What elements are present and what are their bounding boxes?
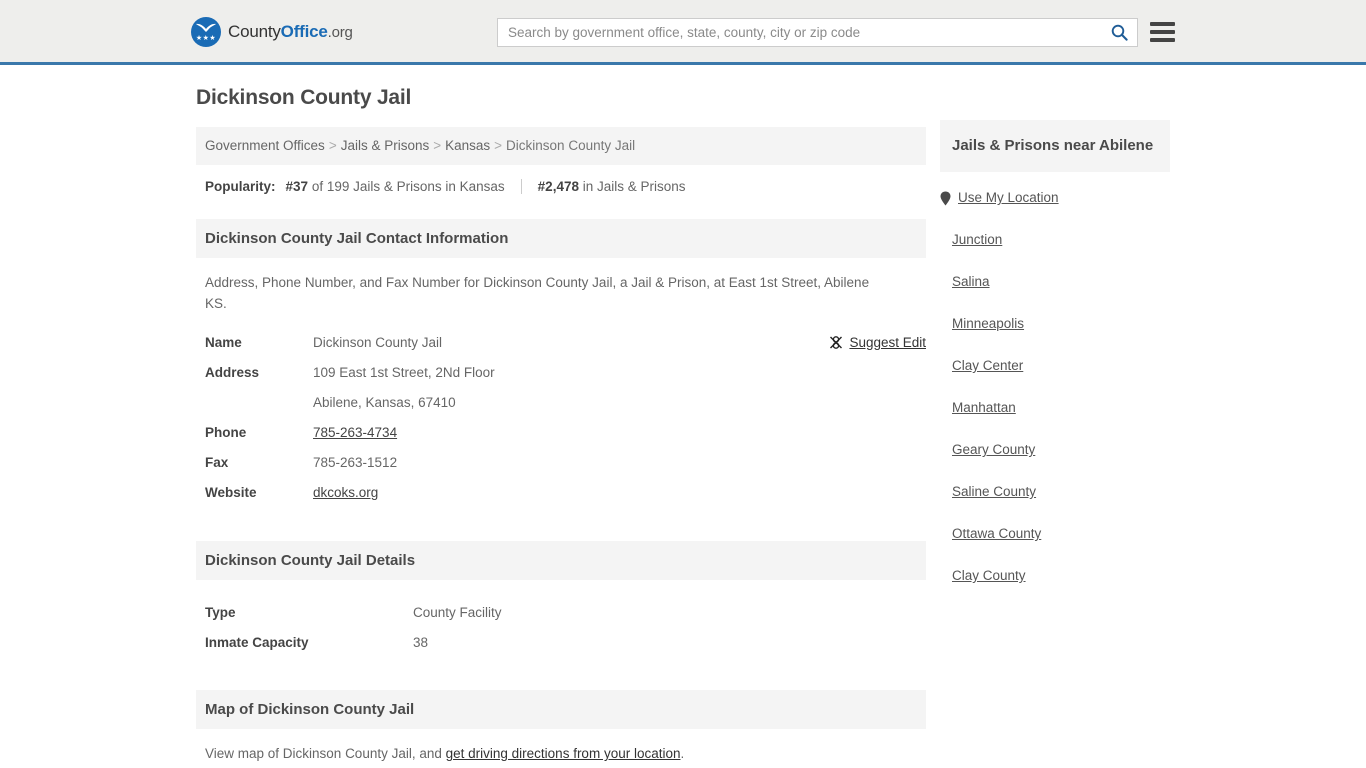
- page-title: Dickinson County Jail: [196, 86, 412, 109]
- row-key-inmate-capacity: Inmate Capacity: [205, 635, 309, 650]
- row-key-fax: Fax: [205, 455, 229, 470]
- sidebar-item-geary-county[interactable]: Geary County: [940, 442, 1170, 458]
- map-text-before: View map of Dickinson County Jail, and: [205, 746, 446, 761]
- breadcrumb-separator: >: [494, 138, 503, 153]
- logo-stars: ★★★: [195, 35, 217, 42]
- row-value-website: dkcoks.org: [304, 478, 711, 508]
- row-key-name: Name: [205, 335, 242, 350]
- breadcrumb-item-current: Dickinson County Jail: [506, 138, 636, 153]
- sidebar-links: Use My Location Junction Salina Minneapo…: [940, 172, 1170, 584]
- breadcrumb-item-government-offices[interactable]: Government Offices: [205, 138, 325, 153]
- row-key-website: Website: [205, 485, 257, 500]
- site-header: ★★★ CountyOffice.org: [0, 0, 1366, 65]
- breadcrumb-item-kansas[interactable]: Kansas: [445, 138, 490, 153]
- details-section-heading: Dickinson County Jail Details: [196, 541, 926, 580]
- site-logo[interactable]: ★★★ CountyOffice.org: [191, 17, 353, 47]
- popularity-divider: [520, 179, 522, 194]
- table-row: Fax 785-263-1512: [196, 448, 926, 478]
- popularity-state-rank: #37: [285, 179, 309, 194]
- eagle-crest-icon: ★★★: [191, 17, 221, 47]
- use-my-location-label: Use My Location: [958, 190, 1059, 205]
- main-content-column: Dickinson County Jail Government Offices…: [196, 86, 926, 764]
- website-link[interactable]: dkcoks.org: [313, 485, 378, 500]
- popularity-state-text: of 199 Jails & Prisons in Kansas: [311, 179, 505, 194]
- table-row: Address 109 East 1st Street, 2Nd Floor: [196, 358, 926, 388]
- hamburger-bar: [1150, 30, 1175, 34]
- sidebar-heading: Jails & Prisons near Abilene: [940, 120, 1170, 172]
- row-value-phone: 785-263-4734: [304, 418, 711, 448]
- sidebar-item-saline-county[interactable]: Saline County: [940, 484, 1170, 500]
- contact-section-heading: Dickinson County Jail Contact Informatio…: [196, 219, 926, 258]
- phone-link[interactable]: 785-263-4734: [313, 425, 397, 440]
- hamburger-bar: [1150, 22, 1175, 26]
- map-section: Map of Dickinson County Jail View map of…: [196, 690, 926, 764]
- facility-details-table: Type County Facility Inmate Capacity 38: [196, 598, 926, 658]
- row-value-fax: 785-263-1512: [313, 455, 398, 470]
- logo-text-org: .org: [327, 24, 353, 41]
- sidebar-item-salina[interactable]: Salina: [940, 274, 1170, 290]
- sidebar-item-manhattan[interactable]: Manhattan: [940, 400, 1170, 416]
- row-value-type: County Facility: [413, 605, 502, 620]
- sidebar: Jails & Prisons near Abilene Use My Loca…: [940, 120, 1170, 610]
- map-text-after: .: [680, 746, 685, 761]
- logo-text-office: Office: [280, 22, 328, 41]
- eagle-wing-shape: [196, 23, 216, 32]
- breadcrumb-separator: >: [328, 138, 337, 153]
- table-row: Type County Facility: [196, 598, 926, 628]
- breadcrumb-item-jails-prisons[interactable]: Jails & Prisons: [341, 138, 430, 153]
- hamburger-menu-icon[interactable]: [1150, 20, 1175, 44]
- breadcrumb-separator: >: [433, 138, 442, 153]
- row-value-inmate-capacity: 38: [413, 635, 429, 650]
- hamburger-bar: [1150, 38, 1175, 42]
- table-row: Name Dickinson County Jail Suggest Edit: [196, 328, 926, 358]
- search-button[interactable]: [1101, 19, 1137, 46]
- search-box: [497, 18, 1138, 47]
- sidebar-item-use-my-location[interactable]: Use My Location: [940, 190, 1170, 206]
- breadcrumb: Government Offices > Jails & Prisons > Kansa…: [196, 127, 926, 165]
- driving-directions-link[interactable]: get driving directions from your locatio…: [446, 746, 681, 761]
- row-key-address: Address: [205, 365, 260, 380]
- row-key-type: Type: [205, 605, 236, 620]
- sidebar-item-minneapolis[interactable]: Minneapolis: [940, 316, 1170, 332]
- search-input[interactable]: [498, 19, 1101, 46]
- row-value-name: Dickinson County Jail: [313, 335, 443, 350]
- map-section-description: View map of Dickinson County Jail, and g…: [196, 729, 926, 764]
- row-key-phone: Phone: [205, 425, 247, 440]
- sidebar-item-junction[interactable]: Junction: [940, 232, 1170, 248]
- logo-text: CountyOffice.org: [228, 22, 353, 42]
- popularity-label: Popularity:: [205, 179, 276, 194]
- suggest-edit-button[interactable]: Suggest Edit: [829, 335, 926, 350]
- sidebar-item-ottawa-county[interactable]: Ottawa County: [940, 526, 1170, 542]
- contact-information-section: Dickinson County Jail Contact Informatio…: [196, 219, 926, 508]
- suggest-edit-icon: [830, 336, 843, 349]
- table-row: Inmate Capacity 38: [196, 628, 926, 658]
- sidebar-item-clay-center[interactable]: Clay Center: [940, 358, 1170, 374]
- row-value-address-line2: Abilene, Kansas, 67410: [313, 395, 456, 410]
- popularity-national-rank: #2,478: [537, 179, 579, 194]
- contact-section-description: Address, Phone Number, and Fax Number fo…: [205, 275, 870, 311]
- contact-details-table: Name Dickinson County Jail Suggest Edit: [196, 328, 926, 508]
- table-row: Website dkcoks.org: [196, 478, 926, 508]
- row-value-address-line1: 109 East 1st Street, 2Nd Floor: [313, 365, 495, 380]
- map-pin-icon: [940, 191, 951, 205]
- popularity-bar: Popularity: #37 of 199 Jails & Prisons i…: [196, 165, 926, 194]
- table-row: Phone 785-263-4734: [196, 418, 926, 448]
- table-row: Abilene, Kansas, 67410: [196, 388, 926, 418]
- suggest-edit-cell: Suggest Edit: [711, 328, 926, 358]
- details-section: Dickinson County Jail Details Type Count…: [196, 541, 926, 658]
- row-key-blank: [196, 388, 304, 418]
- sidebar-item-clay-county[interactable]: Clay County: [940, 568, 1170, 584]
- search-icon: [1111, 24, 1128, 41]
- logo-text-county: County: [228, 22, 281, 41]
- suggest-edit-label: Suggest Edit: [849, 335, 926, 350]
- popularity-national-text: in Jails & Prisons: [582, 179, 686, 194]
- map-section-heading: Map of Dickinson County Jail: [196, 690, 926, 729]
